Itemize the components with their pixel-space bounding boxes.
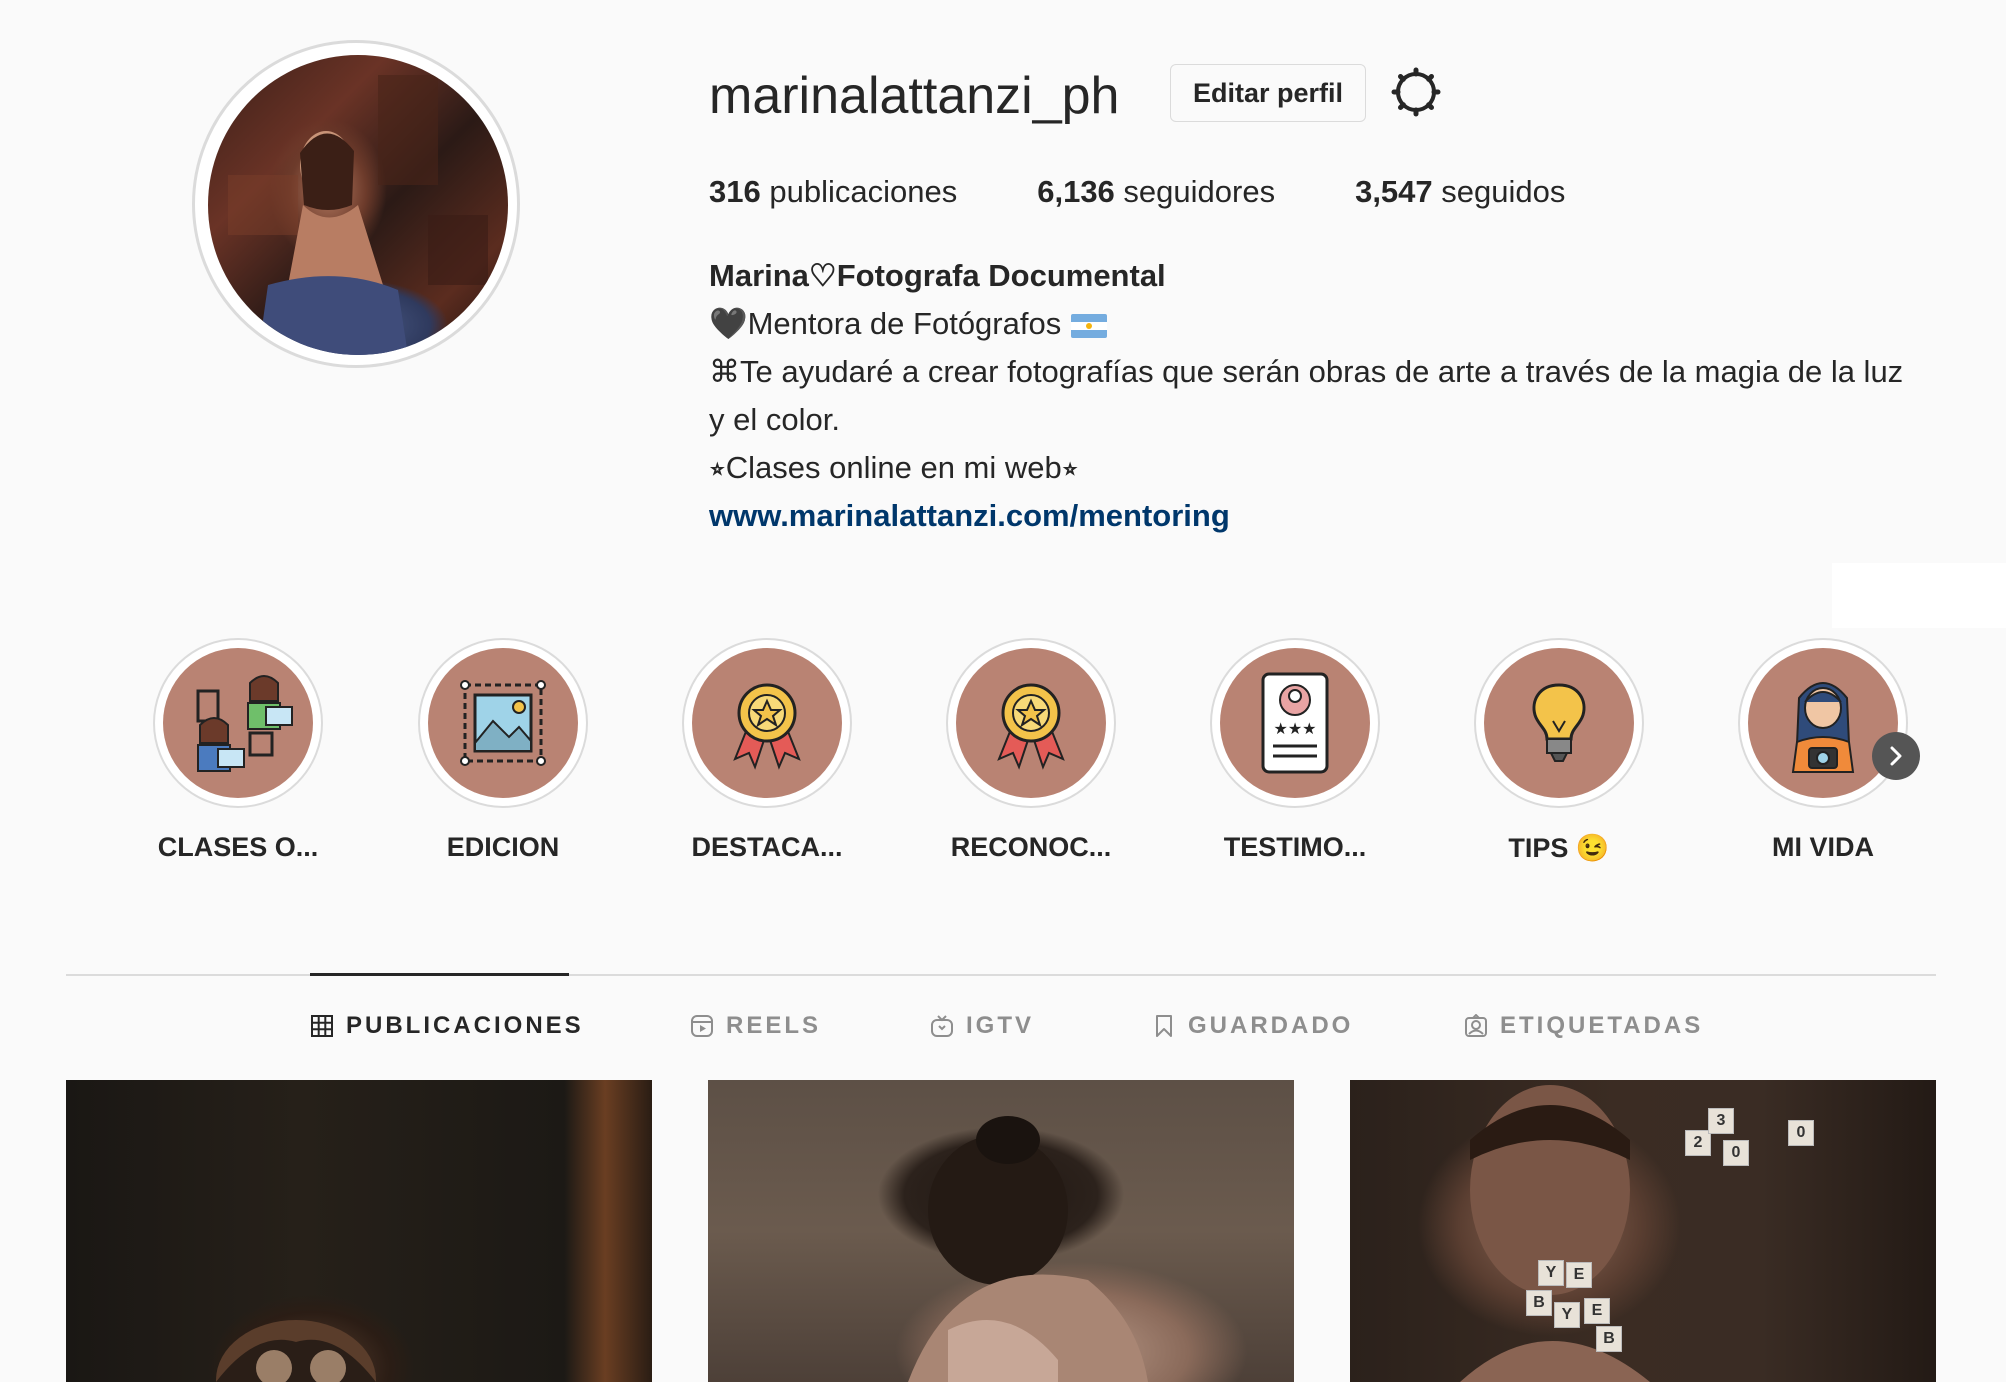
- tab-publicaciones[interactable]: PUBLICACIONES: [310, 1012, 584, 1040]
- bio-line-mentor: 🖤Mentora de Fotógrafos: [709, 300, 1909, 348]
- testimonial-card-icon: ★★★: [1261, 672, 1329, 774]
- tab-label: PUBLICACIONES: [346, 1012, 584, 1039]
- online-classes-icon: [196, 675, 293, 772]
- letter-tile: Y: [1554, 1302, 1580, 1328]
- tab-guardado[interactable]: GUARDADO: [1152, 1012, 1353, 1040]
- highlight-label: RECONOC...: [950, 832, 1112, 862]
- letter-tile: 0: [1788, 1120, 1814, 1146]
- posts-label: publicaciones: [769, 174, 958, 209]
- tab-etiquetadas[interactable]: ETIQUETADAS: [1464, 1012, 1703, 1040]
- highlight-label: CLASES O...: [157, 832, 319, 862]
- profile-stats: 316 publicaciones 6,136 seguidores 3,547…: [709, 174, 1645, 210]
- highlight-tips[interactable]: TIPS 😉: [1469, 638, 1649, 864]
- tab-reels[interactable]: REELS: [690, 1012, 821, 1040]
- highlight-clases-online[interactable]: CLASES O...: [148, 638, 328, 863]
- tab-label: ETIQUETADAS: [1500, 1012, 1704, 1039]
- highlights-next-button[interactable]: [1872, 732, 1920, 780]
- highlight-ring: [682, 638, 852, 808]
- lightbulb-icon: [1532, 683, 1586, 762]
- bio-display-name: Marina♡Fotografa Documental: [709, 258, 1166, 293]
- letter-tile: 0: [1723, 1140, 1749, 1166]
- following-stat[interactable]: 3,547 seguidos: [1355, 174, 1565, 210]
- settings-gear-icon[interactable]: [1390, 66, 1442, 118]
- post-thumbnail[interactable]: 2 0 3 0 Y E B Y E B: [1350, 1080, 1936, 1382]
- highlight-ring: [1738, 638, 1908, 808]
- photographer-icon: [1791, 682, 1855, 773]
- tagged-icon: [1465, 1014, 1487, 1037]
- highlight-ring: [946, 638, 1116, 808]
- posts-count-stat: 316 publicaciones: [709, 174, 957, 210]
- followers-stat[interactable]: 6,136 seguidores: [1037, 174, 1275, 210]
- letter-tile: E: [1566, 1262, 1592, 1288]
- active-tab-indicator: [310, 973, 569, 976]
- letter-tile: E: [1584, 1298, 1610, 1324]
- highlight-reconocimientos[interactable]: RECONOC...: [941, 638, 1121, 863]
- tab-label: GUARDADO: [1188, 1012, 1354, 1039]
- highlight-edicion[interactable]: EDICION: [413, 638, 593, 863]
- followers-count: 6,136: [1037, 174, 1115, 209]
- svg-text:★★★: ★★★: [1273, 719, 1316, 738]
- highlight-label: TESTIMO...: [1223, 832, 1367, 862]
- bio-website-link[interactable]: www.marinalattanzi.com/mentoring: [709, 492, 1909, 540]
- post-image: [1460, 1085, 1650, 1382]
- letter-tile: 3: [1708, 1108, 1734, 1134]
- highlight-ring: [1474, 638, 1644, 808]
- highlight-label: DESTACA...: [691, 832, 843, 862]
- image-edit-icon: [460, 680, 546, 766]
- argentina-flag-icon: [1071, 313, 1108, 338]
- highlight-label: EDICION: [446, 832, 560, 862]
- letter-tile: B: [1596, 1326, 1622, 1352]
- posts-count: 316: [709, 174, 761, 209]
- award-medal-icon: [997, 683, 1065, 770]
- reels-icon: [691, 1015, 713, 1037]
- highlight-destacados[interactable]: DESTACA...: [677, 638, 857, 863]
- highlight-ring: [418, 638, 588, 808]
- followers-label: seguidores: [1123, 174, 1276, 209]
- post-thumbnail[interactable]: [66, 1080, 652, 1382]
- grid-icon: [311, 1015, 333, 1037]
- tab-igtv[interactable]: IGTV: [930, 1012, 1034, 1040]
- highlight-label: MI VIDA: [1771, 832, 1874, 862]
- chevron-right-icon: [1890, 746, 1902, 766]
- post-thumbnail[interactable]: [708, 1080, 1294, 1382]
- post-image: [216, 1320, 376, 1382]
- overlay-panel: [1832, 563, 2006, 628]
- highlight-testimonios[interactable]: ★★★ TESTIMO...: [1205, 638, 1385, 863]
- bio-line-classes: ⭒Clases online en mi web⭒: [709, 450, 1079, 485]
- profile-avatar[interactable]: [208, 55, 508, 355]
- post-image: [908, 1116, 1148, 1382]
- letter-tile: Y: [1538, 1260, 1564, 1286]
- bio-line-description: ⌘Te ayudaré a crear fotografías que será…: [709, 354, 1904, 437]
- bio-mentor-text: 🖤Mentora de Fotógrafos: [709, 306, 1062, 341]
- highlight-ring: [153, 638, 323, 808]
- highlight-ring: ★★★: [1210, 638, 1380, 808]
- tab-label: REELS: [726, 1012, 822, 1039]
- avatar-portrait-image: [228, 75, 488, 355]
- letter-tile: B: [1526, 1290, 1552, 1316]
- profile-bio: Marina♡Fotografa Documental 🖤Mentora de …: [709, 252, 1909, 540]
- highlight-label: TIPS 😉: [1508, 833, 1610, 863]
- following-count: 3,547: [1355, 174, 1433, 209]
- bookmark-icon: [1156, 1015, 1172, 1037]
- igtv-icon: [931, 1015, 953, 1037]
- edit-profile-button[interactable]: Editar perfil: [1170, 64, 1366, 122]
- following-label: seguidos: [1441, 174, 1566, 209]
- award-medal-icon: [733, 683, 801, 770]
- tab-label: IGTV: [966, 1012, 1035, 1039]
- profile-username: marinalattanzi_ph: [709, 67, 1120, 125]
